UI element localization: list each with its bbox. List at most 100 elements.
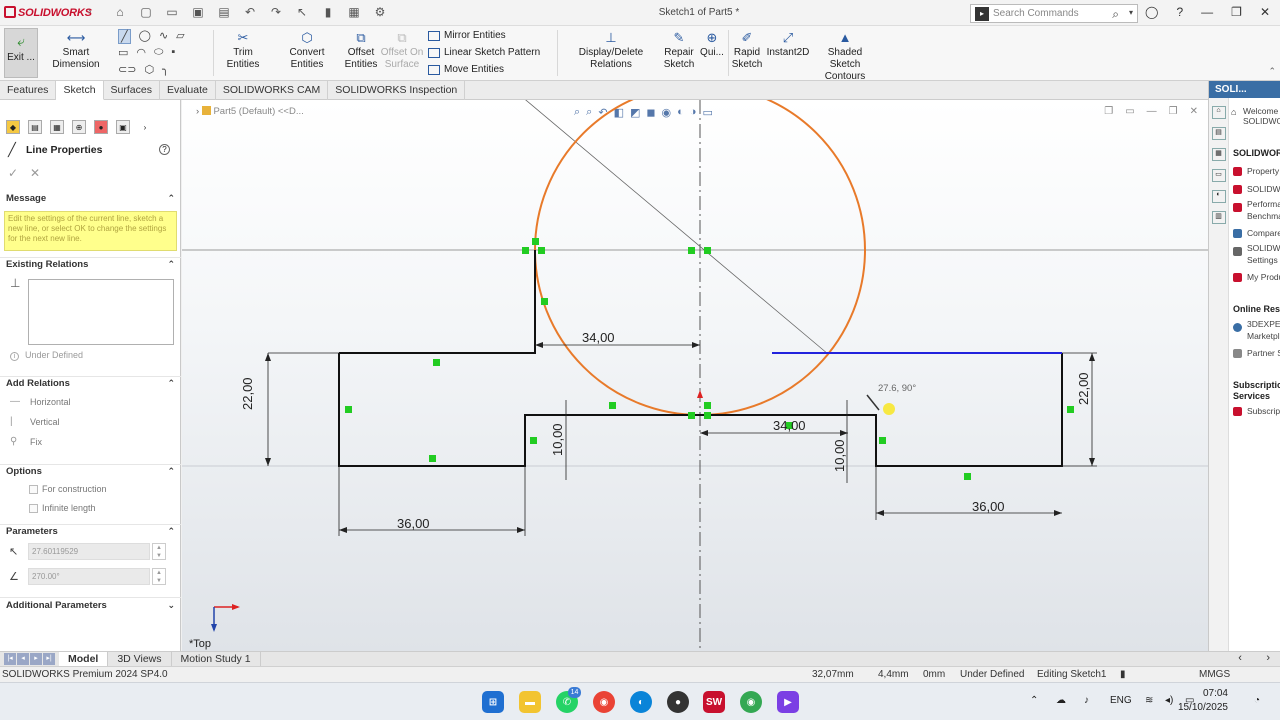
benchmark-link[interactable]: Benchmark bbox=[1231, 210, 1280, 224]
volume-icon[interactable]: ◂) bbox=[1165, 695, 1173, 706]
language-indicator[interactable]: ENG bbox=[1110, 695, 1132, 706]
dimension-right-22[interactable]: 22,00 bbox=[1076, 355, 1091, 405]
right-profile[interactable] bbox=[700, 353, 1063, 467]
edge-icon[interactable]: ◐ bbox=[630, 691, 652, 713]
3dexperience-link[interactable]: 3DEXPERIENCE bbox=[1231, 318, 1280, 332]
offset-on-surface-button[interactable]: ⧉ Offset On Surface bbox=[380, 28, 424, 71]
tab-sketch[interactable]: Sketch bbox=[56, 81, 104, 100]
sketch-points[interactable] bbox=[345, 238, 1074, 480]
wifi-icon[interactable]: ≋ bbox=[1145, 695, 1153, 706]
polygon-tool-icon[interactable]: ⬡ bbox=[144, 63, 154, 76]
collapse-icon[interactable]: ⌃ bbox=[167, 466, 175, 477]
cloud-sync-icon[interactable]: ☁ bbox=[1056, 695, 1066, 706]
tab-solidworks-cam[interactable]: SOLIDWORKS CAM bbox=[216, 81, 329, 100]
partner-solutions-link[interactable]: Partner Solu... bbox=[1231, 344, 1280, 362]
tab-motion-study-1[interactable]: Motion Study 1 bbox=[172, 652, 261, 666]
left-profile[interactable] bbox=[338, 353, 700, 467]
slot-tool-icon[interactable]: ⊂⊃ bbox=[118, 63, 136, 76]
collapse-icon[interactable]: ⌃ bbox=[167, 526, 175, 537]
rectangle-tool-icon[interactable]: ▭ bbox=[118, 46, 128, 59]
left-top-profile[interactable] bbox=[339, 250, 536, 354]
tab-surfaces[interactable]: Surfaces bbox=[104, 81, 160, 100]
length-spinner[interactable]: ▲ ▼ bbox=[152, 543, 166, 560]
chrome-icon[interactable]: ◉ bbox=[593, 691, 615, 713]
collapse-icon[interactable]: ⌃ bbox=[167, 193, 175, 204]
help-icon[interactable]: ? bbox=[159, 144, 170, 155]
instant2d-button[interactable]: ⤢ Instant2D bbox=[764, 28, 812, 59]
home-tab-icon[interactable]: ⌂ bbox=[1211, 106, 1226, 119]
fix-relation[interactable]: ⚲ Fix bbox=[0, 432, 181, 452]
additional-parameters-section[interactable]: Additional Parameters ⌄ bbox=[0, 597, 181, 614]
quick-snaps-button[interactable]: ⊕ Qui... bbox=[698, 28, 726, 59]
rebuild-indicator-icon[interactable]: ▮ bbox=[1120, 669, 1126, 680]
prev-tab-icon[interactable]: ◂ bbox=[17, 653, 29, 665]
more-tabs-icon[interactable]: › bbox=[138, 120, 152, 134]
appearances-icon[interactable]: ◐ bbox=[1211, 190, 1226, 203]
search-dropdown-icon[interactable]: ▾ bbox=[1129, 8, 1133, 17]
mirror-entities-button[interactable]: Mirror Entities bbox=[428, 30, 506, 41]
trim-entities-button[interactable]: ✂ Trim Entities bbox=[216, 28, 270, 71]
property-tab-link[interactable]: Property Tab bbox=[1231, 162, 1280, 180]
tab-evaluate[interactable]: Evaluate bbox=[160, 81, 216, 100]
marketplace-link[interactable]: Marketplace bbox=[1231, 330, 1280, 344]
settings-wizard-link[interactable]: SOLIDWORKS bbox=[1231, 242, 1280, 256]
search-commands-box[interactable]: ▸ Search Commands ⌕ ▾ bbox=[970, 4, 1138, 23]
search-icon[interactable]: ⌕ bbox=[1112, 7, 1119, 22]
settings-wizard-link-2[interactable]: Settings Wi... bbox=[1231, 254, 1280, 268]
tab-solidworks-inspection[interactable]: SOLIDWORKS Inspection bbox=[328, 81, 466, 100]
horizontal-relation[interactable]: — Horizontal bbox=[0, 392, 181, 412]
resources-tab-icon[interactable]: ▤ bbox=[1211, 127, 1226, 140]
notifications-icon[interactable]: ◔ bbox=[1254, 695, 1260, 706]
configuration-manager-icon[interactable]: ▦ bbox=[50, 120, 64, 134]
angle-input[interactable]: 270.00° bbox=[28, 568, 150, 585]
exit-sketch-button[interactable]: ⤶ Exit ... bbox=[4, 28, 38, 78]
for-construction-checkbox[interactable]: For construction bbox=[0, 480, 181, 499]
tab-3d-views[interactable]: 3D Views bbox=[108, 652, 172, 666]
angle-spinner[interactable]: ▲ ▼ bbox=[152, 568, 166, 585]
chrome-profile-icon[interactable]: ◉ bbox=[740, 691, 762, 713]
point-tool-icon[interactable]: ▪ bbox=[171, 46, 175, 59]
minimize-icon[interactable]: — bbox=[1201, 5, 1213, 19]
fillet-tool-icon[interactable]: ╮ bbox=[162, 63, 169, 76]
expand-icon[interactable]: ⌄ bbox=[167, 600, 175, 611]
linear-sketch-pattern-button[interactable]: Linear Sketch Pattern bbox=[428, 47, 540, 58]
solidworks-taskbar-icon[interactable]: SW bbox=[703, 691, 725, 713]
arc-tool-icon[interactable]: ◠ bbox=[136, 46, 146, 59]
spline-tool-icon[interactable]: ∿ bbox=[159, 29, 168, 44]
graphics-area[interactable]: › Part5 (Default) <<D... ⌕ ⌕ ↶ ◧ ◩ ◼ ◉ ◐… bbox=[182, 100, 1208, 651]
collapse-icon[interactable]: ⌃ bbox=[167, 259, 175, 270]
plane-tool-icon[interactable]: ▱ bbox=[176, 29, 184, 44]
media-app-icon[interactable]: ● bbox=[667, 691, 689, 713]
my-products-link[interactable]: My Product bbox=[1231, 268, 1280, 286]
shaded-sketch-contours-button[interactable]: ▲ Shaded Sketch Contours bbox=[812, 28, 878, 83]
first-tab-icon[interactable]: |◂ bbox=[4, 653, 16, 665]
tab-features[interactable]: Features bbox=[0, 81, 57, 100]
video-editor-icon[interactable]: ▶ bbox=[777, 691, 799, 713]
welcome-link[interactable]: ⌂ Welcome to SOLIDWORKS bbox=[1231, 98, 1280, 138]
user-icon[interactable]: ◯ bbox=[1145, 5, 1158, 19]
tab-model[interactable]: Model bbox=[59, 652, 109, 666]
collapse-ribbon-icon[interactable]: ⌃ bbox=[1268, 66, 1276, 77]
dimension-right-36[interactable]: 36,00 bbox=[972, 499, 1005, 514]
length-input[interactable]: 27.60119529 bbox=[28, 543, 150, 560]
existing-relations-list[interactable] bbox=[28, 279, 174, 345]
convert-entities-button[interactable]: ⬡ Convert Entities bbox=[272, 28, 342, 71]
checkbox[interactable] bbox=[29, 485, 38, 494]
dimension-mid-34[interactable]: 34,00 bbox=[773, 418, 806, 433]
dimension-top-34[interactable]: 34,00 bbox=[582, 330, 615, 345]
construction-diagonal[interactable] bbox=[502, 100, 829, 355]
units-selector[interactable]: MMGS bbox=[1199, 669, 1230, 680]
dimension-right-10[interactable]: 10,00 bbox=[832, 422, 847, 472]
performance-link[interactable]: Performance bbox=[1231, 198, 1280, 212]
dimension-left-10[interactable]: 10,00 bbox=[550, 406, 565, 456]
scroll-arrows[interactable]: ‹ › bbox=[1238, 652, 1270, 664]
collapse-icon[interactable]: ⌃ bbox=[167, 378, 175, 389]
next-tab-icon[interactable]: ▸ bbox=[30, 653, 42, 665]
show-hidden-icons[interactable]: ⌃ bbox=[1030, 695, 1038, 706]
infinite-length-checkbox[interactable]: Infinite length bbox=[0, 499, 181, 518]
custom-properties-icon[interactable]: ▥ bbox=[1211, 211, 1226, 224]
file-explorer-icon[interactable]: ▬ bbox=[519, 691, 541, 713]
sketch-canvas[interactable] bbox=[182, 100, 1208, 651]
display-manager-icon[interactable]: ● bbox=[94, 120, 108, 134]
help-icon[interactable]: ? bbox=[1176, 5, 1183, 19]
